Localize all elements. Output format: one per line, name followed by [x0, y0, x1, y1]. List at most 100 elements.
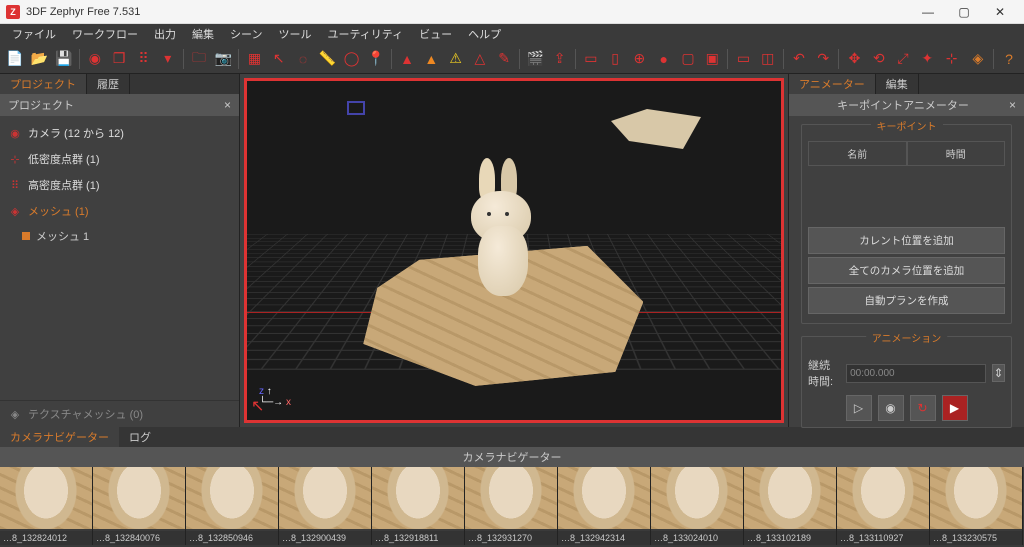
thumbnail-image: [186, 467, 278, 529]
crop-icon[interactable]: ◫: [757, 47, 779, 71]
separator: [575, 49, 576, 69]
chevron-down-icon[interactable]: ▾: [157, 47, 179, 71]
close-button[interactable]: ✕: [982, 1, 1018, 23]
cursor-icon[interactable]: ↖: [268, 47, 290, 71]
menu-utility[interactable]: ユーティリティ: [319, 24, 411, 44]
viewport-3d[interactable]: z ↑ └─→ x ↖: [244, 78, 784, 423]
minimize-button[interactable]: —: [910, 1, 946, 23]
tree-sparse[interactable]: ⊹ 低密度点群 (1): [0, 146, 239, 172]
add-all-cameras-button[interactable]: 全てのカメラ位置を追加: [808, 257, 1005, 284]
new-icon[interactable]: 📄: [4, 47, 26, 71]
loop-button[interactable]: ↻: [910, 395, 936, 421]
thumbnail-image: [558, 467, 650, 529]
menu-export[interactable]: 出力: [146, 24, 184, 44]
save-icon[interactable]: 💾: [53, 47, 75, 71]
tab-animator[interactable]: アニメーター: [789, 74, 876, 94]
camera-thumbnail[interactable]: …8_133110927: [837, 467, 930, 545]
camera-thumbnail[interactable]: …8_132840076: [93, 467, 186, 545]
tab-log[interactable]: ログ: [119, 427, 161, 447]
axis-icon[interactable]: ⊹: [940, 47, 962, 71]
camera-gizmo-icon: [347, 101, 365, 115]
move-icon[interactable]: ✥: [843, 47, 865, 71]
menu-edit[interactable]: 編集: [184, 24, 222, 44]
camera-thumbnail[interactable]: …8_133230575: [930, 467, 1023, 545]
redo-icon[interactable]: ↷: [812, 47, 834, 71]
keyframe-list[interactable]: [808, 166, 1005, 224]
mesh-tri-icon[interactable]: ▲: [396, 47, 418, 71]
cube-dots-icon[interactable]: ⠿: [132, 47, 154, 71]
camera-icon[interactable]: 📷: [212, 47, 234, 71]
undo-icon[interactable]: ↶: [788, 47, 810, 71]
camera-thumbnail[interactable]: …8_132900439: [279, 467, 372, 545]
select-tri-icon[interactable]: △: [469, 47, 491, 71]
camera-thumbnail[interactable]: …8_132931270: [465, 467, 558, 545]
menu-help[interactable]: ヘルプ: [460, 24, 509, 44]
rotate-icon[interactable]: ⟲: [868, 47, 890, 71]
pin-icon[interactable]: 📍: [365, 47, 387, 71]
menu-file[interactable]: ファイル: [4, 24, 64, 44]
thumbnail-strip[interactable]: …8_132824012…8_132840076…8_132850946…8_1…: [0, 467, 1024, 545]
camera-thumbnail[interactable]: …8_132850946: [186, 467, 279, 545]
tree-texmesh[interactable]: ◈ テクスチャメッシュ (0): [0, 400, 239, 427]
globe-wire-icon[interactable]: ⊕: [628, 47, 650, 71]
panel-icon[interactable]: ▭: [580, 47, 602, 71]
tree-cameras[interactable]: ◉ カメラ (12 から 12): [0, 120, 239, 146]
play-button[interactable]: ▷: [846, 395, 872, 421]
autoplan-button[interactable]: 自動プランを作成: [808, 287, 1005, 314]
globe-solid-icon[interactable]: ●: [653, 47, 675, 71]
box-fill-icon[interactable]: ▣: [701, 47, 723, 71]
circle-dashed-icon[interactable]: ◌: [292, 47, 314, 71]
tree-dense[interactable]: ⠿ 高密度点群 (1): [0, 172, 239, 198]
camera-thumbnail[interactable]: …8_132824012: [0, 467, 93, 545]
duration-input[interactable]: [846, 364, 986, 383]
ruler-icon[interactable]: 📏: [316, 47, 338, 71]
record-button[interactable]: ▶: [942, 395, 968, 421]
pause-button[interactable]: ◉: [878, 395, 904, 421]
camera-thumbnail[interactable]: …8_132942314: [558, 467, 651, 545]
separator: [391, 49, 392, 69]
tab-project[interactable]: プロジェクト: [0, 74, 87, 94]
warn-icon[interactable]: ⚠: [444, 47, 466, 71]
menu-workflow[interactable]: ワークフロー: [64, 24, 146, 44]
col-name[interactable]: 名前: [808, 141, 907, 166]
tree-mesh-child[interactable]: メッシュ 1: [0, 224, 239, 248]
folder-icon[interactable]: 🗀: [188, 47, 210, 71]
separator: [79, 49, 80, 69]
camera-thumbnail[interactable]: …8_133024010: [651, 467, 744, 545]
menu-tool[interactable]: ツール: [270, 24, 319, 44]
select-mode-icon[interactable]: ↖: [251, 396, 264, 416]
tree-mesh[interactable]: ◈ メッシュ (1): [0, 198, 239, 224]
close-panel-icon[interactable]: ×: [224, 98, 231, 112]
tab-camera-navigator[interactable]: カメラナビゲーター: [0, 427, 119, 447]
close-panel-icon[interactable]: ×: [1009, 98, 1016, 112]
camera-thumbnail[interactable]: …8_133102189: [744, 467, 837, 545]
maximize-button[interactable]: ▢: [946, 1, 982, 23]
share-icon[interactable]: ⇪: [549, 47, 571, 71]
open-icon[interactable]: 📂: [28, 47, 50, 71]
add-current-button[interactable]: カレント位置を追加: [808, 227, 1005, 254]
mesh-colored-icon[interactable]: ▲: [420, 47, 442, 71]
menu-view[interactable]: ビュー: [411, 24, 460, 44]
animator-panel-title: キーポイントアニメーター: [837, 97, 969, 113]
tab-history[interactable]: 履歴: [87, 74, 130, 94]
lasso-icon[interactable]: ◯: [340, 47, 362, 71]
cube-layers-icon[interactable]: ❒: [108, 47, 130, 71]
panel2-icon[interactable]: ▯: [604, 47, 626, 71]
duration-stepper-icon[interactable]: ⇕: [992, 364, 1005, 382]
dense-icon: ⠿: [8, 178, 22, 192]
movie-icon[interactable]: 🎬: [524, 47, 546, 71]
menu-scene[interactable]: シーン: [222, 24, 270, 44]
box-icon[interactable]: ▢: [677, 47, 699, 71]
gizmo-icon[interactable]: ✦: [916, 47, 938, 71]
cube-orient-icon[interactable]: ◈: [967, 47, 989, 71]
col-time[interactable]: 時間: [907, 141, 1006, 166]
cube-red-icon[interactable]: ◉: [84, 47, 106, 71]
tab-edit-right[interactable]: 編集: [876, 74, 919, 94]
pencil-icon[interactable]: ✎: [493, 47, 515, 71]
camera-thumbnail[interactable]: …8_132918811: [372, 467, 465, 545]
rect-select-icon[interactable]: ▭: [732, 47, 754, 71]
scale-icon[interactable]: ⤢: [892, 47, 914, 71]
help-icon[interactable]: ?: [998, 47, 1020, 71]
thumbnail-image: [837, 467, 929, 529]
grid-icon[interactable]: ▦: [243, 47, 265, 71]
